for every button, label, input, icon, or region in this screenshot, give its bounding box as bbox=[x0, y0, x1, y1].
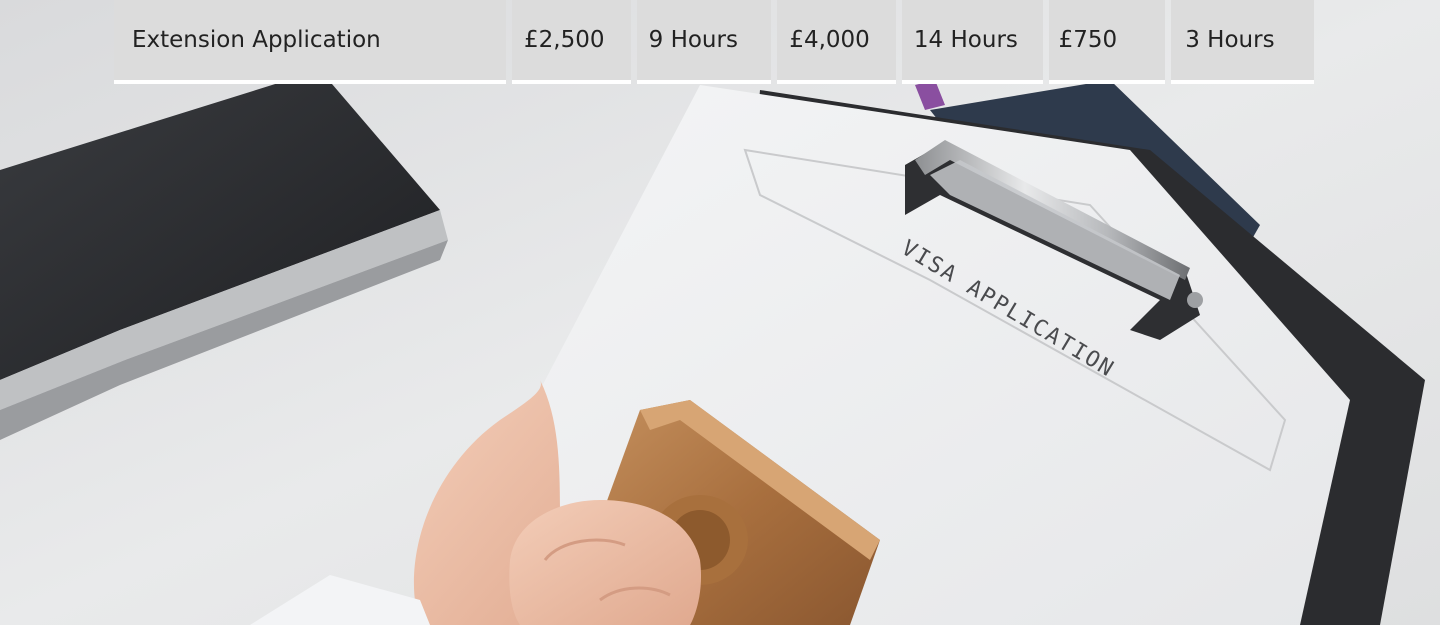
fee-table: Extension Application £2,500 9 Hours £4,… bbox=[108, 0, 1320, 84]
price-cell: £750 bbox=[1048, 0, 1166, 84]
time-cell: 9 Hours bbox=[636, 0, 772, 84]
time-cell: 14 Hours bbox=[901, 0, 1043, 84]
page: VISA APPLICATION Extension Application £… bbox=[0, 0, 1440, 625]
table-row: Extension Application £2,500 9 Hours £4,… bbox=[114, 0, 1314, 84]
time-cell: 3 Hours bbox=[1171, 0, 1314, 84]
service-cell: Extension Application bbox=[114, 0, 507, 84]
price-cell: £2,500 bbox=[512, 0, 631, 84]
hero-photo: VISA APPLICATION bbox=[0, 0, 1440, 625]
price-cell: £4,000 bbox=[777, 0, 896, 84]
